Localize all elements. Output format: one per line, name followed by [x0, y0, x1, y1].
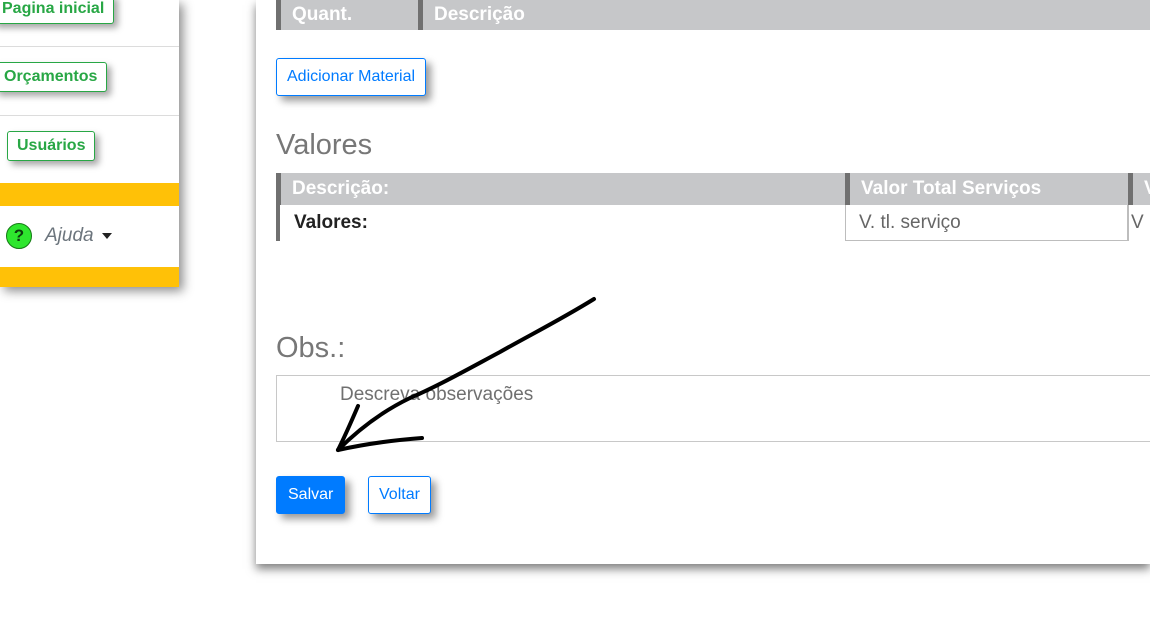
sidebar-item-budgets: Orçamentos [0, 47, 179, 116]
budgets-button[interactable]: Orçamentos [0, 62, 108, 92]
save-button[interactable]: Salvar [276, 476, 346, 514]
home-button[interactable]: Pagina inicial [0, 0, 115, 24]
values-table-row: Valores: V. tl. serviço V [276, 205, 1150, 241]
sidebar-item-home: Pagina inicial [0, 0, 179, 47]
values-table-header: Descrição: Valor Total Serviços V [276, 173, 1150, 205]
column-header-description: Descrição [418, 0, 1150, 30]
sidebar-item-users: Usuários [0, 116, 179, 183]
column-header-service-total: Valor Total Serviços [845, 173, 1128, 205]
column-header-desc: Descrição: [276, 173, 845, 205]
chevron-down-icon [102, 233, 112, 239]
users-button[interactable]: Usuários [7, 131, 96, 161]
sidebar-accent-bar [0, 183, 179, 206]
observations-placeholder: Descreva observações [340, 384, 534, 405]
back-button[interactable]: Voltar [368, 476, 431, 514]
obs-section-title: Obs.: [276, 332, 346, 364]
add-material-button[interactable]: Adicionar Material [276, 58, 427, 96]
help-icon: ? [6, 223, 32, 249]
values-row-label: Valores: [276, 205, 845, 241]
service-total-field[interactable]: V. tl. serviço [845, 205, 1128, 241]
materials-table-header: Quant. Descrição [276, 0, 1150, 30]
help-label[interactable]: Ajuda [45, 225, 94, 247]
observations-textarea[interactable]: Descreva observações [276, 375, 1150, 442]
sidebar-accent-bar-bottom [0, 267, 179, 287]
values-section-title: Valores [276, 129, 373, 161]
next-value-field[interactable]: V [1128, 205, 1150, 241]
column-header-next: V [1128, 173, 1150, 205]
sidebar: Pagina inicial Orçamentos Usuários ? Aju… [0, 0, 179, 287]
column-header-quantity: Quant. [276, 0, 418, 30]
